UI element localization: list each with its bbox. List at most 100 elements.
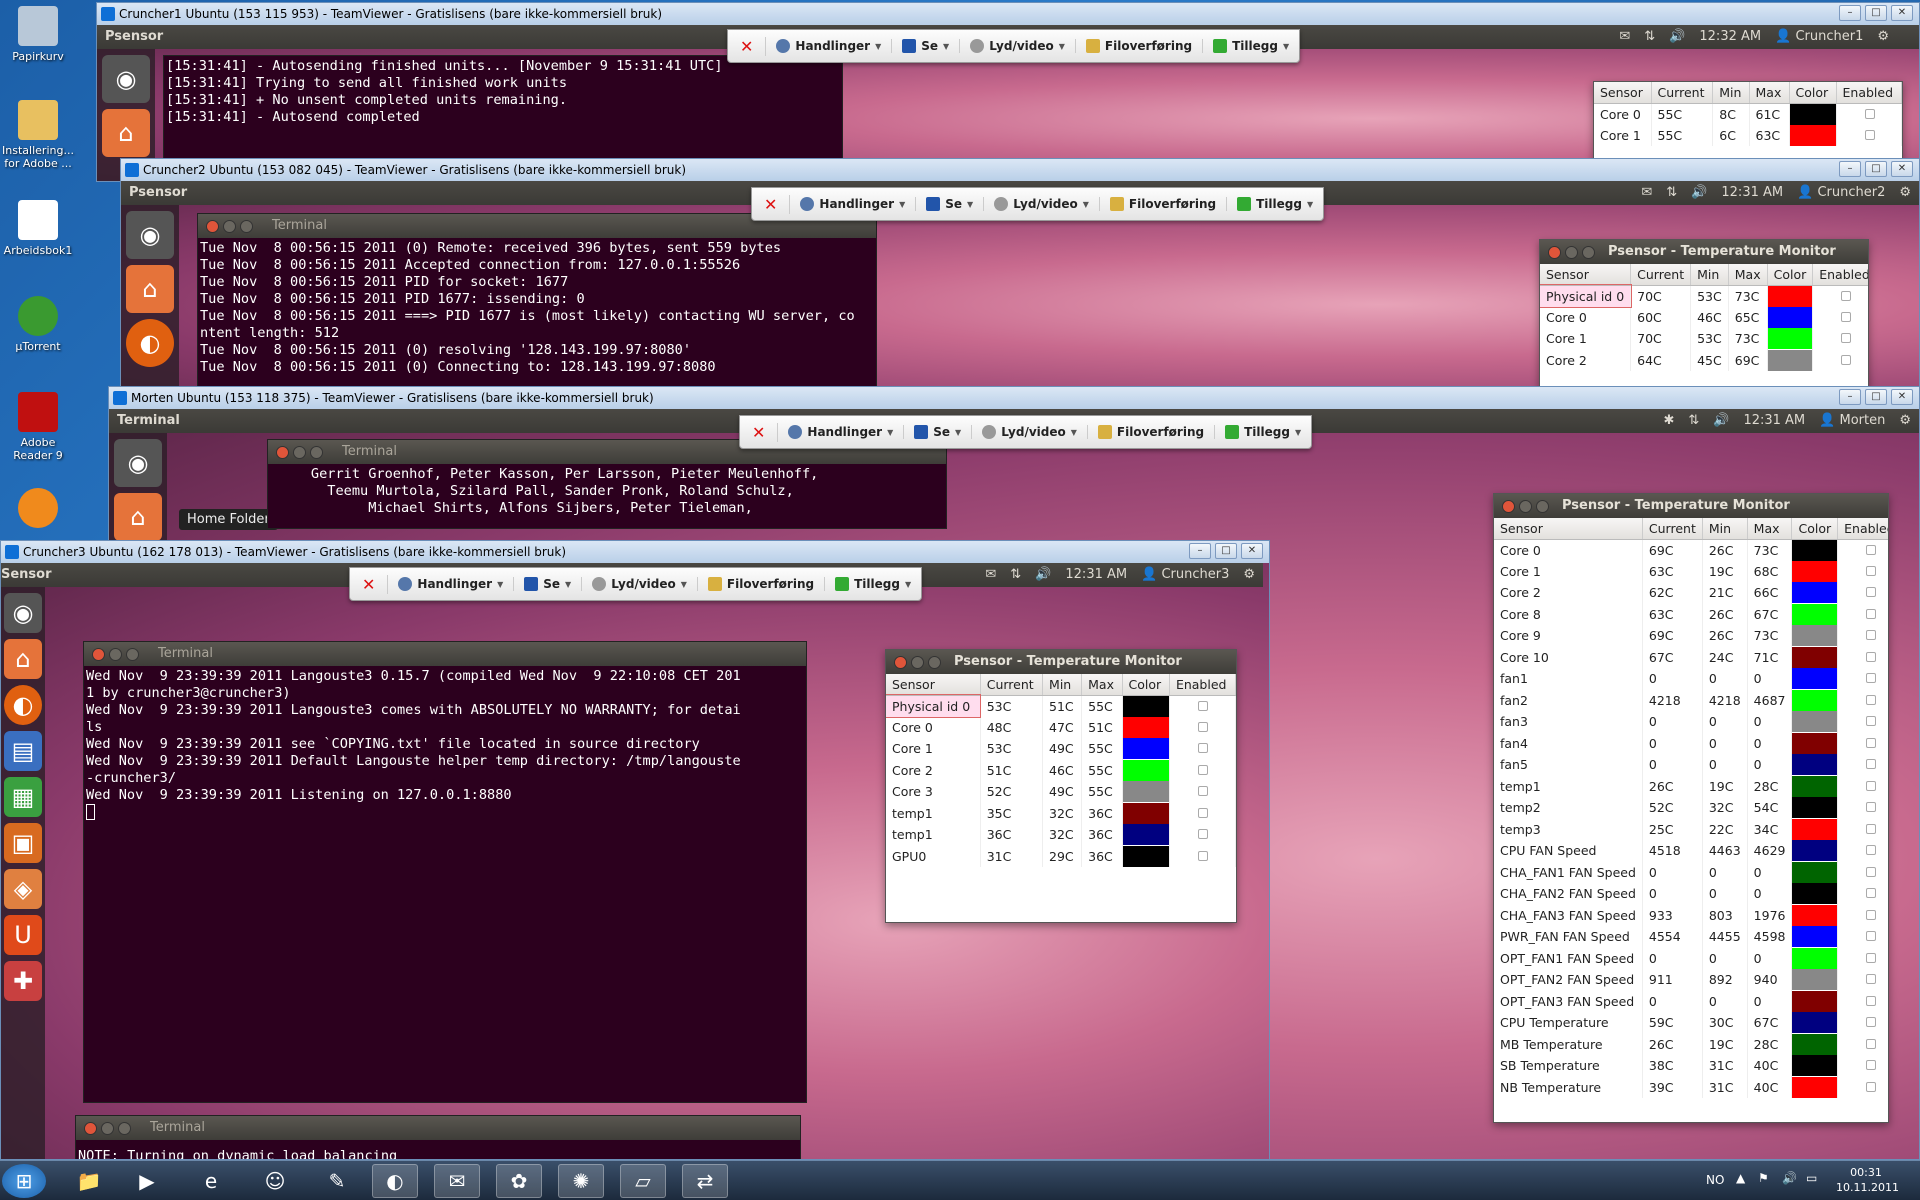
close-button[interactable] (84, 1122, 97, 1135)
enabled-checkbox[interactable] (1866, 866, 1877, 877)
color-swatch[interactable] (1791, 689, 1839, 711)
enabled-checkbox[interactable] (1197, 829, 1208, 840)
gear-icon[interactable]: ⚙ (1243, 563, 1255, 587)
clock[interactable]: 12:32 AM (1699, 25, 1761, 49)
volume-tray-icon[interactable]: 🔊 (1782, 1171, 1797, 1185)
color-swatch[interactable] (1122, 716, 1170, 738)
maximize-button[interactable] (240, 220, 253, 233)
view-menu[interactable]: Se ▼ (916, 197, 985, 211)
maximize-button[interactable] (126, 648, 139, 661)
table-row[interactable]: Physical id 0 53C 51C 55C (886, 694, 1236, 718)
table-row[interactable]: Core 1 55C 6C 63C (1594, 124, 1902, 146)
firefox-icon[interactable]: ◐ (4, 685, 42, 725)
enabled-checkbox[interactable] (1866, 630, 1877, 641)
settings-icon[interactable]: ✚ (4, 961, 42, 1001)
enabled-checkbox[interactable] (1197, 721, 1208, 732)
color-swatch[interactable] (1791, 926, 1839, 948)
table-row[interactable]: MB Temperature 26C 19C 28C (1494, 1033, 1888, 1055)
close-button[interactable] (92, 648, 105, 661)
close-button[interactable] (894, 656, 907, 669)
color-swatch[interactable] (1791, 1012, 1839, 1034)
table-row[interactable]: CHA_FAN3 FAN Speed 933 803 1976 (1494, 904, 1888, 926)
table-row[interactable]: temp2 52C 32C 54C (1494, 797, 1888, 819)
psensor-window-c3[interactable]: Psensor - Temperature Monitor Sensor Curr… (885, 649, 1237, 923)
psensor-titlebar[interactable]: Psensor - Temperature Monitor (1494, 494, 1888, 518)
desktop-icon-workbook[interactable]: Arbeidsbok1 (2, 200, 74, 257)
color-swatch[interactable] (1791, 1055, 1839, 1077)
firefox-icon[interactable]: ◐ (126, 319, 174, 367)
file-transfer-menu[interactable]: Filoverføring (1100, 197, 1228, 211)
gear-icon[interactable]: ⚙ (1877, 25, 1889, 49)
close-session-button[interactable]: ✕ (350, 574, 389, 594)
table-row[interactable]: SB Temperature 38C 31C 40C (1494, 1055, 1888, 1077)
color-swatch[interactable] (1791, 560, 1839, 582)
dash-icon[interactable]: ◉ (114, 439, 162, 487)
folding-icon[interactable]: ✺ (558, 1164, 604, 1198)
table-row[interactable]: temp3 25C 22C 34C (1494, 818, 1888, 840)
table-row[interactable]: PWR_FAN FAN Speed 4554 4455 4598 (1494, 926, 1888, 948)
enabled-checkbox[interactable] (1866, 694, 1877, 705)
audio-video-menu[interactable]: Lyd/video ▼ (972, 425, 1088, 439)
writer-icon[interactable]: ▤ (4, 731, 42, 771)
color-swatch[interactable] (1791, 797, 1839, 819)
table-row[interactable]: Core 8 63C 26C 67C (1494, 603, 1888, 625)
enabled-checkbox[interactable] (1841, 333, 1852, 344)
enabled-checkbox[interactable] (1197, 807, 1208, 818)
minimize-button[interactable]: – (1839, 5, 1861, 21)
file-transfer-menu[interactable]: Filoverføring (1076, 39, 1204, 53)
minimize-button[interactable]: – (1839, 161, 1861, 177)
minimize-button[interactable] (1565, 246, 1578, 259)
terminal-titlebar[interactable]: Terminal (76, 1116, 800, 1140)
enabled-checkbox[interactable] (1197, 743, 1208, 754)
audio-video-menu[interactable]: Lyd/video ▼ (582, 577, 698, 591)
table-row[interactable]: Core 10 67C 24C 71C (1494, 646, 1888, 668)
network-icon[interactable]: ⇅ (1666, 181, 1677, 205)
color-swatch[interactable] (1791, 625, 1839, 647)
close-button[interactable] (206, 220, 219, 233)
table-row[interactable]: CPU FAN Speed 4518 4463 4629 (1494, 840, 1888, 862)
explorer-icon[interactable]: 📁 (66, 1164, 112, 1198)
table-row[interactable]: GPU0 31C 29C 36C (886, 845, 1236, 867)
enabled-checkbox[interactable] (1866, 909, 1877, 920)
notes-icon[interactable]: ▱ (620, 1164, 666, 1198)
people-icon[interactable]: ☺ (252, 1164, 298, 1198)
color-swatch[interactable] (1791, 539, 1839, 561)
extras-menu[interactable]: Tillegg ▼ (1227, 197, 1323, 211)
table-row[interactable]: OPT_FAN3 FAN Speed 0 0 0 (1494, 990, 1888, 1012)
table-row[interactable]: Core 0 69C 26C 73C (1494, 539, 1888, 561)
media-player-icon[interactable]: ▶ (124, 1164, 170, 1198)
enabled-checkbox[interactable] (1866, 1060, 1877, 1071)
table-row[interactable]: Physical id 0 70C 53C 73C (1540, 284, 1868, 308)
network-icon[interactable]: ⇅ (1644, 25, 1655, 49)
color-swatch[interactable] (1791, 861, 1839, 883)
user-menu[interactable]: 👤 Cruncher3 (1141, 563, 1229, 587)
app-taskbar-icon[interactable]: ✉ (434, 1164, 480, 1198)
volume-icon[interactable]: 🔊 (1713, 409, 1729, 433)
minimize-button[interactable] (109, 648, 122, 661)
close-button[interactable] (1502, 500, 1515, 513)
home-folder-icon[interactable]: ⌂ (4, 639, 42, 679)
user-menu[interactable]: 👤 Cruncher2 (1797, 181, 1885, 205)
table-row[interactable]: fan5 0 0 0 (1494, 754, 1888, 776)
table-row[interactable]: Core 0 55C 8C 61C (1594, 103, 1902, 125)
bluetooth-icon[interactable]: ✱ (1663, 409, 1674, 433)
window-titlebar[interactable]: Cruncher1 Ubuntu (153 115 953) - TeamVie… (97, 3, 1919, 25)
table-row[interactable]: Core 1 63C 19C 68C (1494, 560, 1888, 582)
minimize-button[interactable]: – (1189, 543, 1211, 559)
color-swatch[interactable] (1791, 754, 1839, 776)
table-row[interactable]: Core 2 51C 46C 55C (886, 759, 1236, 781)
enabled-checkbox[interactable] (1866, 823, 1877, 834)
table-row[interactable]: Core 2 62C 21C 66C (1494, 582, 1888, 604)
impress-icon[interactable]: ▣ (4, 823, 42, 863)
enabled-checkbox[interactable] (1841, 311, 1852, 322)
maximize-button[interactable]: □ (1215, 543, 1237, 559)
enabled-checkbox[interactable] (1864, 129, 1875, 140)
enabled-checkbox[interactable] (1866, 974, 1877, 985)
clock[interactable]: 12:31 AM (1743, 409, 1805, 433)
maximize-button[interactable]: □ (1865, 389, 1887, 405)
mail-icon[interactable]: ✉ (1641, 181, 1652, 205)
minimize-button[interactable]: – (1839, 389, 1861, 405)
color-swatch[interactable] (1767, 285, 1814, 307)
close-button[interactable] (276, 446, 289, 459)
color-swatch[interactable] (1791, 904, 1839, 926)
